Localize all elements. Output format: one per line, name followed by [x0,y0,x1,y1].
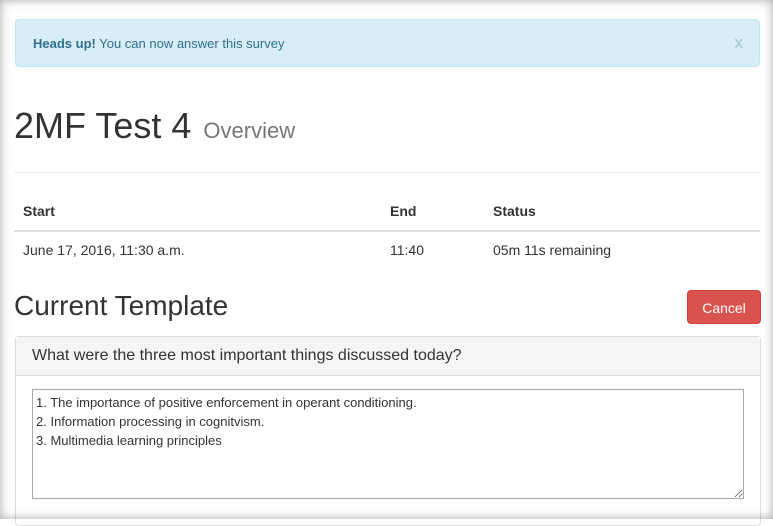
start-cell: June 17, 2016, 11:30 a.m. [23,242,185,258]
question-panel: What were the three most important thing… [15,336,761,526]
alert-message-container: Heads up! You can now answer this survey [33,36,284,51]
cancel-button[interactable]: Cancel [687,290,761,324]
page-subtitle: Overview [203,118,296,143]
section-title: Current Template [14,290,229,321]
alert-message: You can now answer this survey [99,36,285,51]
end-cell: 11:40 [390,242,424,258]
column-header-status: Status [484,192,760,232]
page-title: 2MF Test 4 Overview [14,108,295,144]
column-header-end: End [381,192,484,232]
answer-textarea[interactable]: 1. The importance of positive enforcemen… [32,389,744,499]
info-alert: Heads up! You can now answer this survey… [15,19,760,67]
column-header-start: Start [14,192,381,232]
question-text: What were the three most important thing… [16,337,760,376]
survey-title: 2MF Test 4 [14,105,192,146]
table-row: June 17, 2016, 11:30 a.m. 11:40 05m 11s … [14,231,760,268]
close-icon[interactable]: x [735,33,744,53]
schedule-table: Start End Status June 17, 2016, 11:30 a.… [14,192,760,268]
table-header-row: Start End Status [14,192,760,232]
divider [14,172,760,173]
alert-strong-text: Heads up! [33,36,96,51]
status-cell: 05m 11s remaining [493,242,612,258]
